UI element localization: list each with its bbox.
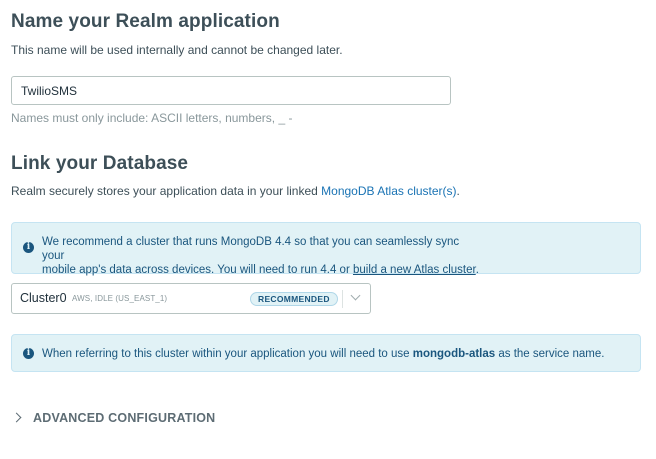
recommended-badge: RECOMMENDED: [250, 292, 338, 306]
name-hint: Names must only include: ASCII letters, …: [11, 111, 293, 125]
advanced-configuration-label: ADVANCED CONFIGURATION: [33, 411, 216, 425]
cluster-select[interactable]: Cluster0 AWS, IDLE (US_EAST_1) RECOMMEND…: [11, 283, 371, 314]
atlas-clusters-link[interactable]: MongoDB Atlas cluster(s): [321, 184, 456, 198]
recommend-cluster-banner: i We recommend a cluster that runs Mongo…: [11, 222, 641, 277]
service-name: mongodb-atlas: [412, 348, 496, 360]
recommend-banner-line1: We recommend a cluster that runs MongoDB…: [42, 236, 460, 262]
build-atlas-cluster-link[interactable]: build a new Atlas cluster: [353, 264, 476, 276]
recommend-banner-text: We recommend a cluster that runs MongoDB…: [42, 235, 482, 277]
db-description-text: Realm securely stores your application d…: [11, 184, 322, 198]
info-icon: i: [23, 348, 34, 359]
service-banner-prefix: When referring to this cluster within yo…: [42, 348, 413, 360]
chevron-right-icon: [11, 412, 22, 423]
db-section-title: Link your Database: [11, 153, 189, 174]
cluster-meta: AWS, IDLE (US_EAST_1): [72, 294, 168, 303]
chevron-down-icon[interactable]: [350, 290, 361, 301]
info-icon: i: [23, 242, 34, 253]
service-banner-text: When referring to this cluster within yo…: [42, 347, 604, 361]
recommend-banner-line2: mobile app's data across devices. You wi…: [42, 263, 482, 277]
app-name-input[interactable]: [11, 76, 451, 105]
name-section-description: This name will be used internally and ca…: [11, 43, 343, 57]
recommend-banner-line2-text: mobile app's data across devices. You wi…: [42, 264, 353, 276]
recommend-banner-line2-suffix: .: [475, 264, 479, 276]
cluster-name: Cluster0: [20, 291, 67, 305]
select-divider: [342, 290, 343, 308]
name-section-title: Name your Realm application: [11, 11, 280, 32]
service-name-banner: i When referring to this cluster within …: [11, 334, 641, 372]
db-section-description: Realm securely stores your application d…: [11, 184, 460, 198]
service-banner-suffix: as the service name.: [495, 348, 605, 360]
db-description-suffix: .: [456, 184, 460, 198]
